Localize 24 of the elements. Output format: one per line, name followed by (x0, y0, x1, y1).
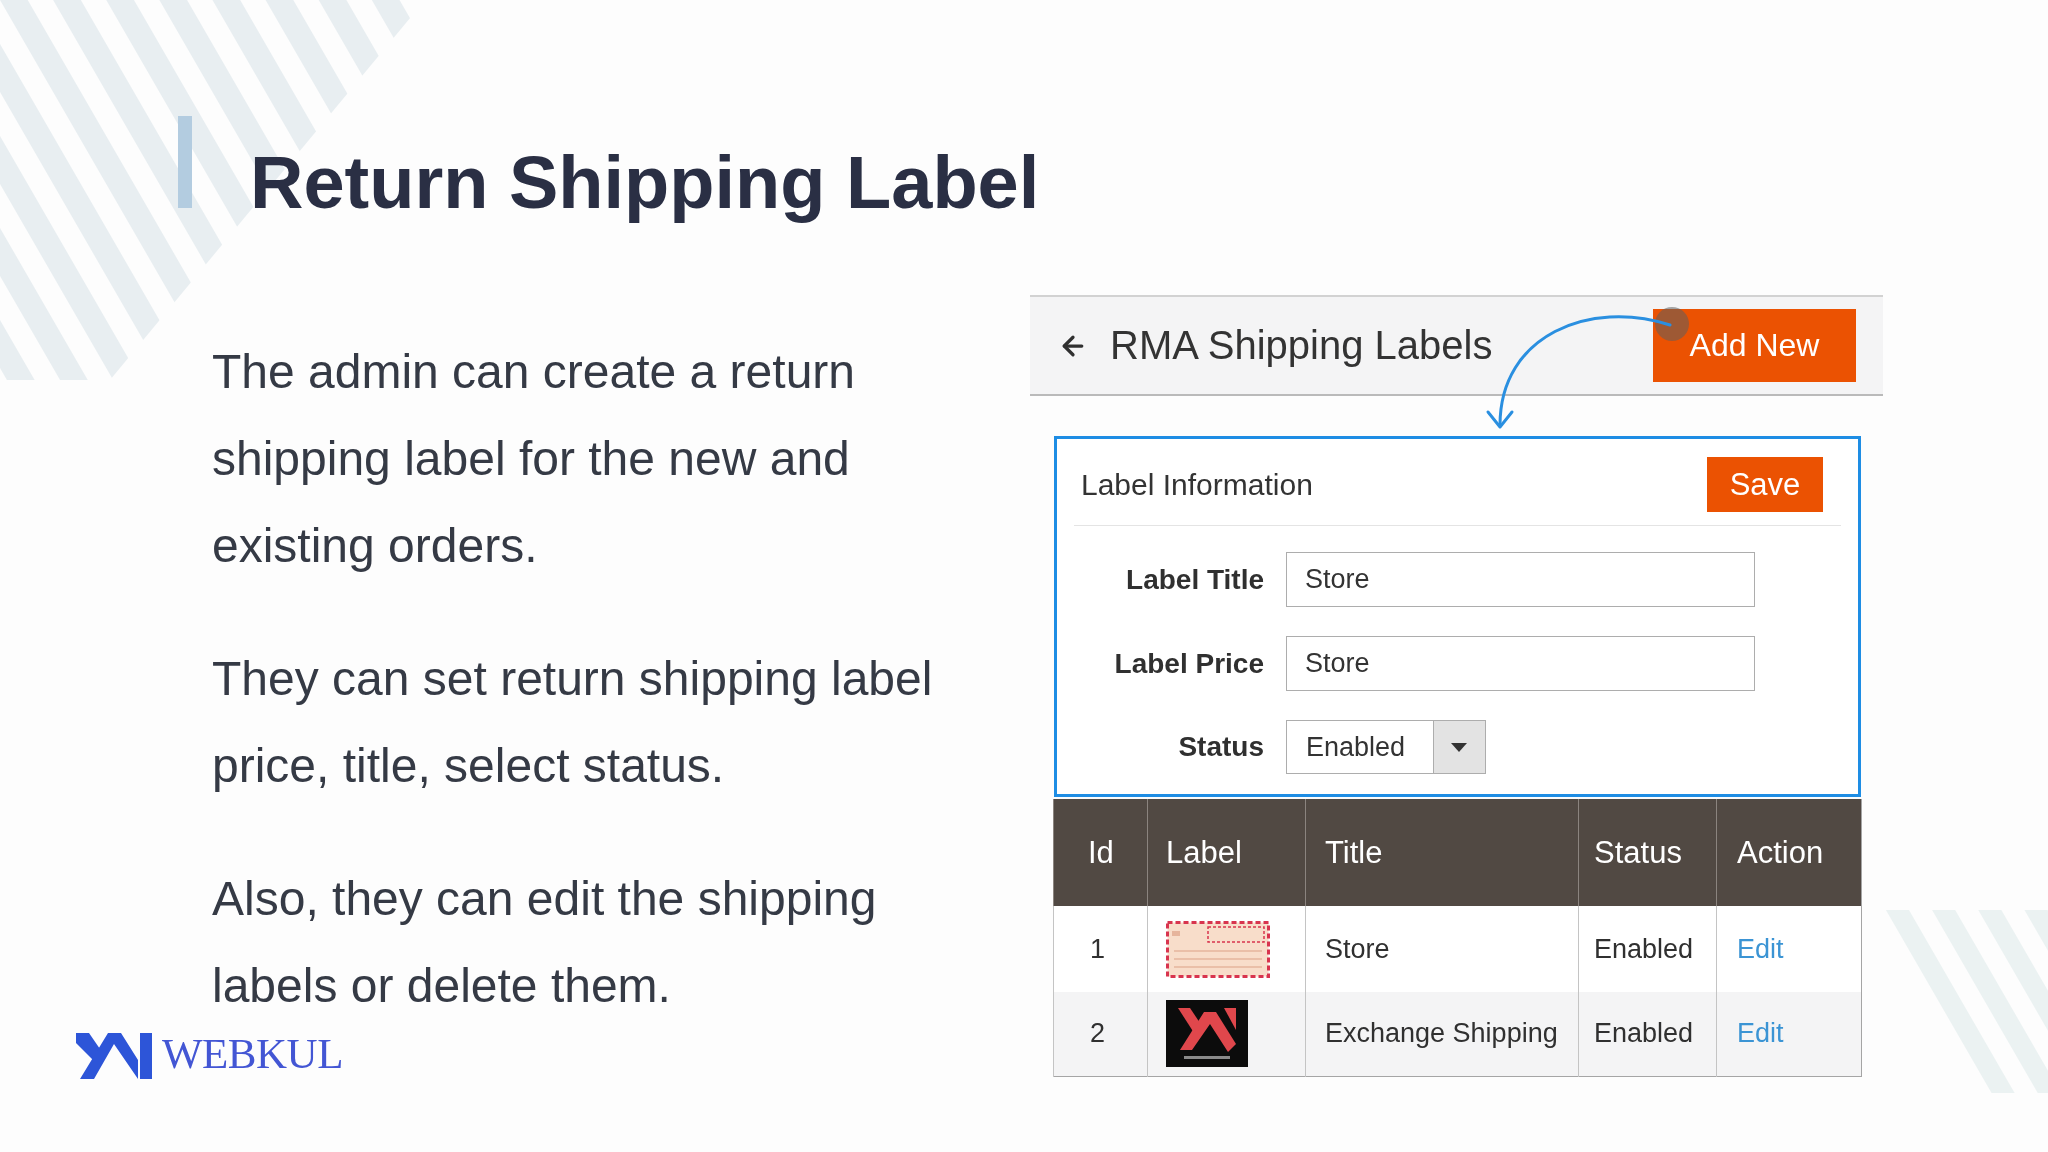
column-header[interactable]: Action (1716, 799, 1862, 906)
field-label: Label Title (1125, 563, 1264, 596)
form-heading: Label Information (1081, 467, 1313, 502)
body-text: Also, they can edit the shipping labels or delete them. (212, 871, 878, 1014)
column-header[interactable]: Label (1147, 799, 1306, 906)
add-new-button[interactable]: Add New (1653, 309, 1856, 382)
input-field[interactable]: Store (1286, 636, 1755, 691)
save-button[interactable]: Save (1707, 457, 1823, 512)
field-label: Label Price (1113, 647, 1264, 680)
body-text: They can set return shipping label price, title, select status. (212, 651, 934, 794)
column-header[interactable]: Title (1305, 799, 1579, 906)
column-header[interactable]: Status (1578, 799, 1717, 906)
body-text: The admin can create a return shipping label for the new and existing orders. (212, 344, 856, 574)
click-dot-icon (1655, 307, 1689, 341)
column-header[interactable]: Id (1053, 799, 1148, 906)
table-cell: Enabled (1578, 992, 1717, 1076)
input-field[interactable]: Store (1286, 552, 1755, 607)
status-select[interactable]: Enabled (1286, 720, 1486, 774)
field-label: Status (1177, 731, 1264, 763)
caret-down-icon (1433, 721, 1485, 773)
page-title: RMA Shipping Labels (1110, 323, 1493, 368)
table-cell: Exchange Shipping (1305, 992, 1579, 1076)
logo-text: WEBKUL (162, 1029, 343, 1079)
table-cell: 2 (1053, 992, 1148, 1076)
